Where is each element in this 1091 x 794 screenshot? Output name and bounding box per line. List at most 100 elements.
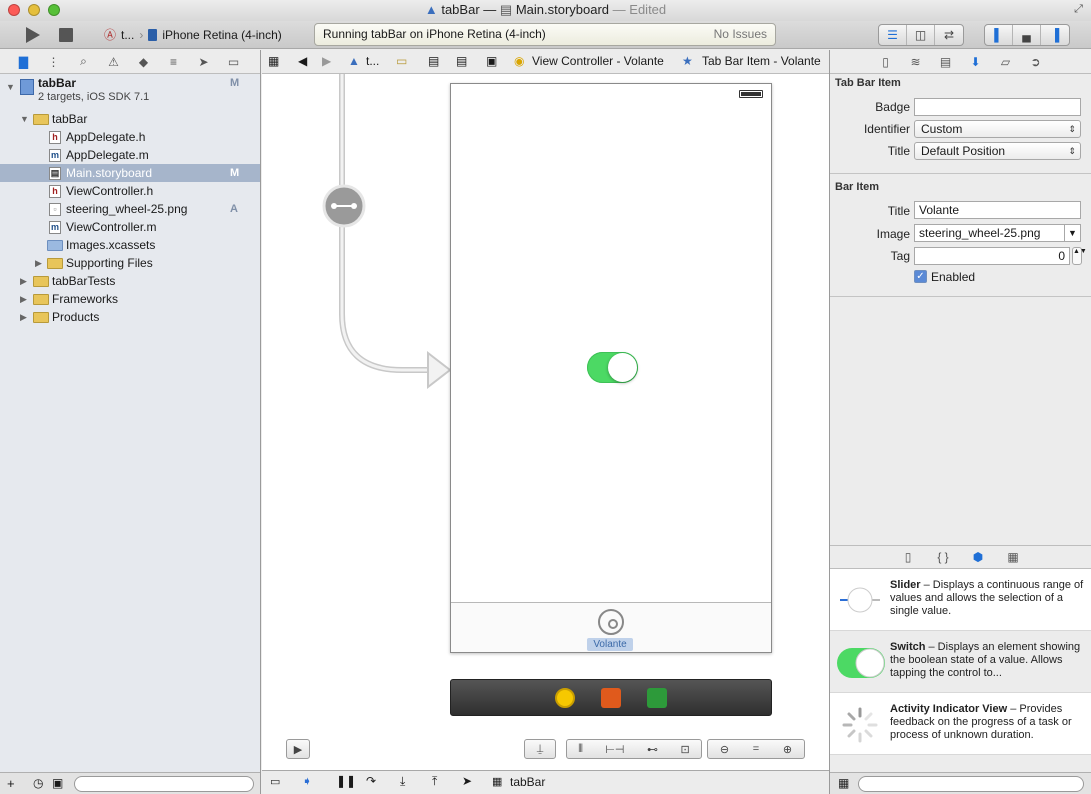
file-row-main-storyboard[interactable]: ▤ Main.storyboard M bbox=[0, 164, 260, 182]
log-bubble-icon[interactable]: ▭ bbox=[224, 53, 243, 70]
file-row-appdelegate-m[interactable]: m AppDelegate.m bbox=[0, 146, 260, 164]
group-row-products[interactable]: ▶ Products bbox=[0, 308, 260, 326]
library-item-switch[interactable]: Switch – Displays an element showing the… bbox=[830, 631, 1091, 693]
debug-target-label[interactable]: tabBar bbox=[510, 775, 545, 789]
disclosure-closed-icon[interactable]: ▶ bbox=[35, 254, 45, 272]
code-snippet-library-icon[interactable]: { } bbox=[934, 549, 953, 566]
first-responder-cube-icon[interactable] bbox=[601, 687, 621, 708]
align-icon[interactable]: ⍊ bbox=[524, 739, 556, 759]
quick-help-icon[interactable]: ≋ bbox=[906, 53, 925, 70]
storyboard-canvas[interactable]: Volante ▶ ⍊ ⫴ ⊢⊣ ⊷ ⊡ ⊖ = ⊕ bbox=[262, 74, 829, 770]
size-inspector-icon[interactable]: ▱ bbox=[996, 53, 1015, 70]
file-row-appdelegate-h[interactable]: h AppDelegate.h bbox=[0, 128, 260, 146]
simulate-location-icon[interactable]: ➤ bbox=[462, 774, 472, 788]
resolve-issues-icon[interactable]: ⊷ bbox=[647, 743, 658, 756]
disclosure-closed-icon[interactable]: ▶ bbox=[20, 272, 30, 290]
identifier-popup[interactable]: Custom bbox=[914, 120, 1081, 138]
attributes-inspector-icon[interactable]: ⬇ bbox=[966, 53, 985, 70]
step-into-icon[interactable]: ⤓ bbox=[400, 774, 405, 789]
related-items-icon[interactable]: ▦ bbox=[268, 50, 279, 73]
group-row-supporting-files[interactable]: ▶ Supporting Files bbox=[0, 254, 260, 272]
align-left-icon[interactable]: ⫴ bbox=[578, 743, 583, 756]
tab-bar-item-label[interactable]: Volante bbox=[587, 638, 633, 651]
disclosure-open-icon[interactable]: ▼ bbox=[6, 78, 16, 96]
scm-filter-icon[interactable]: ▣ bbox=[52, 776, 63, 790]
tag-stepper[interactable]: ▲▼ bbox=[1072, 247, 1087, 265]
group-row-tabbartests[interactable]: ▶ tabBarTests bbox=[0, 272, 260, 290]
step-out-icon[interactable]: ⤒ bbox=[432, 774, 437, 789]
breakpoint-icon[interactable]: ➤ bbox=[194, 53, 213, 70]
disclosure-open-icon[interactable]: ▼ bbox=[20, 110, 30, 128]
image-combo-box[interactable]: steering_wheel-25.png ▼ bbox=[914, 224, 1081, 242]
library-item-slider[interactable]: Slider – Displays a continuous range of … bbox=[830, 569, 1091, 631]
group-row-tabbar[interactable]: ▼ tabBar bbox=[0, 110, 260, 128]
file-row-steering-wheel-png[interactable]: ▫ steering_wheel-25.png A bbox=[0, 200, 260, 218]
dock-crumb-icon[interactable]: ▣ bbox=[486, 50, 497, 73]
identity-inspector-icon[interactable]: ▤ bbox=[936, 53, 955, 70]
minimize-window-button[interactable] bbox=[28, 4, 40, 16]
relationship-segue-arrow[interactable] bbox=[262, 74, 462, 394]
uiswitch-control[interactable] bbox=[587, 352, 638, 383]
breadcrumb-tab-bar-item[interactable]: Tab Bar Item - Volante bbox=[702, 50, 821, 73]
badge-input[interactable] bbox=[914, 98, 1081, 116]
pin-icon[interactable]: ⊢⊣ bbox=[605, 743, 624, 756]
zoom-actual-size-icon[interactable]: = bbox=[753, 743, 759, 755]
grid-view-icon[interactable]: ▦ bbox=[838, 776, 849, 790]
document-outline-toggle-icon[interactable]: ▶ bbox=[286, 739, 310, 759]
library-filter-input[interactable] bbox=[858, 776, 1084, 792]
switch-knob[interactable] bbox=[608, 353, 637, 382]
view-controller-scene[interactable]: Volante bbox=[450, 83, 772, 653]
bar-title-input[interactable]: Volante bbox=[914, 201, 1081, 219]
toggle-navigator-icon[interactable]: ▌ bbox=[985, 25, 1013, 45]
combo-arrow-icon[interactable]: ▼ bbox=[1064, 225, 1080, 241]
steering-wheel-icon[interactable] bbox=[598, 609, 624, 635]
pause-icon[interactable]: ❚❚ bbox=[336, 774, 356, 788]
title-position-popup[interactable]: Default Position bbox=[914, 142, 1081, 160]
scene-crumb-icon[interactable]: ▤ bbox=[456, 50, 467, 73]
assistant-editor-icon[interactable]: ◫ bbox=[907, 25, 935, 45]
test-diamond-icon[interactable]: ◆ bbox=[134, 53, 153, 70]
step-over-icon[interactable]: ↷ bbox=[366, 774, 376, 788]
search-icon[interactable]: ⌕ bbox=[74, 53, 93, 70]
run-button[interactable] bbox=[20, 24, 46, 46]
hide-debug-area-icon[interactable]: ▭ bbox=[270, 775, 280, 788]
enabled-checkbox[interactable]: ✓ bbox=[914, 270, 927, 283]
stop-button[interactable] bbox=[54, 24, 78, 46]
breadcrumb-view-controller[interactable]: View Controller - Volante bbox=[532, 50, 664, 73]
file-inspector-icon[interactable]: ▯ bbox=[876, 53, 895, 70]
debug-list-icon[interactable]: ≡ bbox=[164, 53, 183, 70]
scheme-selector[interactable]: Ⓐ t... › iPhone Retina (4-inch) bbox=[104, 26, 282, 44]
storyboard-crumb-icon[interactable]: ▤ bbox=[428, 50, 439, 73]
tab-bar[interactable]: Volante bbox=[451, 602, 771, 652]
navigator-filter-input[interactable] bbox=[74, 776, 254, 792]
file-row-images-xcassets[interactable]: Images.xcassets bbox=[0, 236, 260, 254]
object-library-icon[interactable]: ⬢ bbox=[969, 549, 988, 566]
file-row-viewcontroller-h[interactable]: h ViewController.h bbox=[0, 182, 260, 200]
zoom-out-icon[interactable]: ⊖ bbox=[720, 743, 729, 756]
breadcrumb-project[interactable]: t... bbox=[366, 50, 379, 73]
recent-files-icon[interactable]: ◷ bbox=[33, 776, 43, 790]
fullscreen-icon[interactable]: ⤢ bbox=[1072, 3, 1085, 16]
close-window-button[interactable] bbox=[8, 4, 20, 16]
disclosure-closed-icon[interactable]: ▶ bbox=[20, 290, 30, 308]
back-arrow-icon[interactable]: ◀ bbox=[298, 50, 307, 73]
standard-editor-icon[interactable]: ☰ bbox=[879, 25, 907, 45]
forward-arrow-icon[interactable]: ▶ bbox=[322, 50, 331, 73]
add-file-icon[interactable]: + bbox=[7, 776, 15, 791]
zoom-window-button[interactable] bbox=[48, 4, 60, 16]
file-row-viewcontroller-m[interactable]: m ViewController.m bbox=[0, 218, 260, 236]
disclosure-closed-icon[interactable]: ▶ bbox=[20, 308, 30, 326]
exit-icon[interactable] bbox=[647, 687, 667, 708]
toggle-debug-area-icon[interactable]: ▄ bbox=[1013, 25, 1041, 45]
project-navigator-folder-icon[interactable]: ▇ bbox=[14, 53, 33, 70]
library-item-activity-indicator[interactable]: Activity Indicator View – Provides feedb… bbox=[830, 693, 1091, 755]
breakpoints-toggle-icon[interactable]: ➧ bbox=[302, 774, 312, 788]
toggle-utilities-icon[interactable]: ▐ bbox=[1041, 25, 1069, 45]
view-controller-dock-icon[interactable] bbox=[555, 687, 575, 708]
zoom-in-icon[interactable]: ⊕ bbox=[783, 743, 792, 756]
media-library-icon[interactable]: ▦ bbox=[1004, 549, 1023, 566]
symbol-navigator-icon[interactable]: ⋮ bbox=[44, 53, 63, 70]
resizing-icon[interactable]: ⊡ bbox=[680, 743, 689, 756]
folder-crumb-icon[interactable]: ▭ bbox=[396, 50, 407, 73]
tag-input[interactable]: 0 bbox=[914, 247, 1070, 265]
